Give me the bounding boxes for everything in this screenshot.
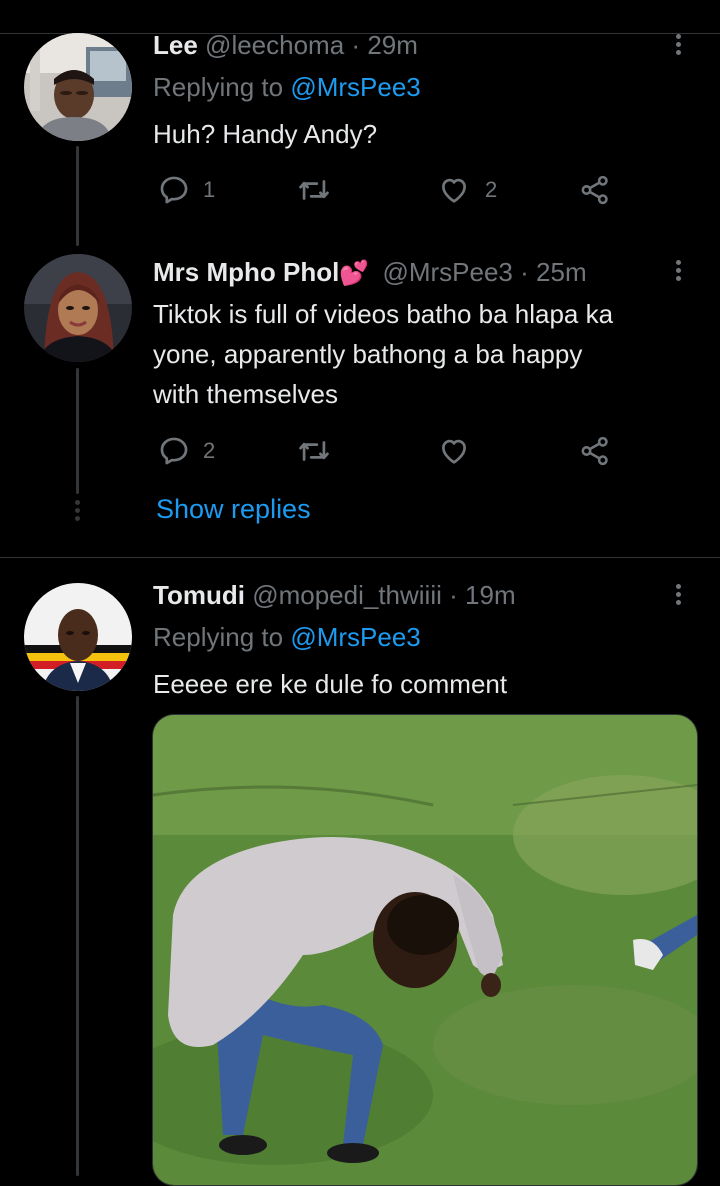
mention-link[interactable]: @MrsPee3 <box>290 72 420 102</box>
mention-link[interactable]: @MrsPee3 <box>290 622 420 652</box>
thread-divider <box>0 557 720 558</box>
reply-count: 2 <box>203 438 216 463</box>
retweet-icon <box>299 180 329 200</box>
tweet-header: Tomudi @mopedi_thwiiii · 19m <box>153 580 516 610</box>
retweet-button[interactable] <box>297 434 337 468</box>
author-handle[interactable]: @MrsPee3 <box>382 257 512 287</box>
author-name[interactable]: Tomudi <box>153 580 245 610</box>
thread-line <box>76 696 79 1176</box>
retweet-icon <box>299 441 329 461</box>
heart-icon <box>442 439 466 464</box>
tweet-text-line: Tiktok is full of videos batho ba hlapa … <box>153 299 614 329</box>
thread-line <box>76 146 79 246</box>
reply-icon <box>160 437 188 465</box>
like-count: 2 <box>485 177 498 202</box>
author-name[interactable]: Lee <box>153 30 198 60</box>
more-options-icon[interactable] <box>666 580 690 610</box>
replying-to: Replying to @MrsPee3 <box>153 622 421 652</box>
author-handle[interactable]: @leechoma <box>205 30 344 60</box>
timestamp[interactable]: 25m <box>536 257 587 287</box>
tweet-text: Eeeee ere ke dule fo comment <box>153 669 508 699</box>
avatar-tomudi[interactable] <box>24 583 132 691</box>
more-options-icon[interactable] <box>666 256 690 286</box>
tweet-text: Tiktok is full of videos batho ba hlapa … <box>153 294 703 414</box>
separator: · <box>449 580 458 610</box>
share-button[interactable] <box>578 173 612 207</box>
separator: · <box>351 30 361 60</box>
tweet-text-line: with themselves <box>153 379 338 409</box>
tweet-text: Huh? Handy Andy? <box>153 119 378 149</box>
tweet-media-image[interactable] <box>152 714 698 1186</box>
tweet-header: Mrs Mpho Phol💕 @MrsPee3 · 25m <box>153 257 587 289</box>
retweet-button[interactable] <box>297 173 337 207</box>
replying-prefix: Replying to <box>153 622 284 652</box>
share-icon <box>581 436 608 466</box>
separator: · <box>520 257 529 287</box>
author-name[interactable]: Mrs Mpho Phol <box>153 257 339 287</box>
replying-to: Replying to @MrsPee3 <box>153 72 421 102</box>
like-button[interactable] <box>437 434 477 468</box>
avatar-lee[interactable] <box>24 33 132 141</box>
thread-line <box>76 368 79 494</box>
reply-icon <box>160 176 188 204</box>
reply-button[interactable]: 1 <box>157 173 227 207</box>
two-hearts-emoji: 💕 <box>339 260 370 287</box>
author-handle[interactable]: @mopedi_thwiiii <box>252 580 442 610</box>
share-button[interactable] <box>578 434 612 468</box>
share-icon <box>581 175 608 205</box>
heart-icon <box>442 178 466 203</box>
reply-count: 1 <box>203 177 216 202</box>
thread-gap-dots <box>74 500 81 522</box>
reply-button[interactable]: 2 <box>157 434 227 468</box>
tweet-text-line: yone, apparently bathong a ba happy <box>153 339 583 369</box>
tweet-header: Lee @leechoma · 29m <box>153 30 418 60</box>
avatar-mrs-mpho-phol[interactable] <box>24 254 132 362</box>
like-button[interactable]: 2 <box>437 173 507 207</box>
more-options-icon[interactable] <box>666 30 690 60</box>
timestamp[interactable]: 29m <box>367 30 418 60</box>
timestamp[interactable]: 19m <box>465 580 516 610</box>
replying-prefix: Replying to <box>153 72 284 102</box>
show-replies-link[interactable]: Show replies <box>156 494 311 525</box>
